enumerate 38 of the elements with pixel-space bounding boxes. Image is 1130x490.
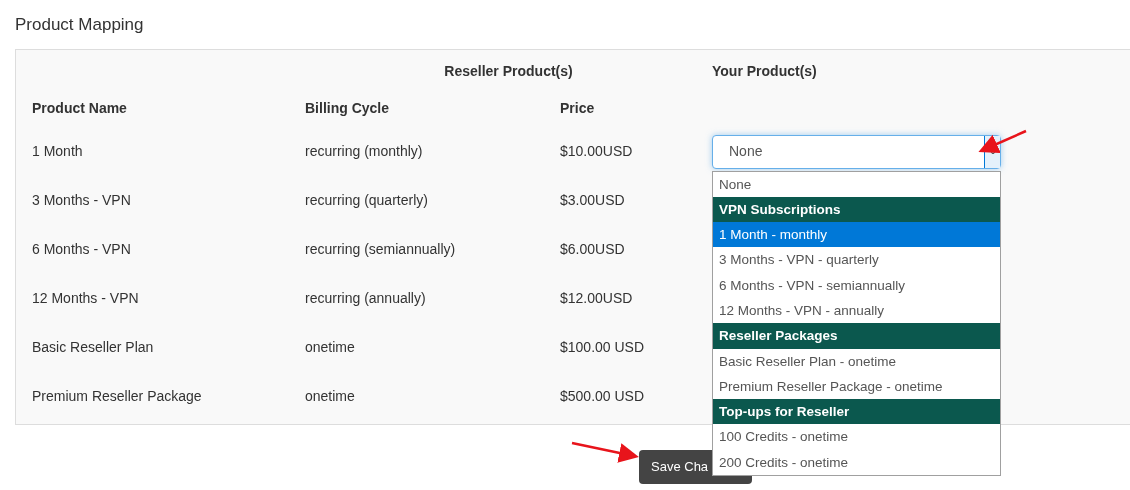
table-cell: Basic Reseller Plan	[32, 339, 154, 355]
dropdown-option[interactable]: Premium Reseller Package - onetime	[713, 373, 1000, 400]
dropdown-option[interactable]: 3 Months - VPN - quarterly	[713, 247, 1000, 273]
table-cell: recurring (quarterly)	[305, 192, 428, 208]
option-group-header: Reseller Packages	[713, 323, 1000, 349]
dropdown-option[interactable]: None	[713, 171, 1000, 197]
table-cell: recurring (semiannually)	[305, 241, 456, 257]
option-group-header: Top-ups for Reseller	[713, 399, 1000, 425]
table-cell: 6 Months - VPN	[32, 241, 131, 257]
dropdown-option[interactable]: 6 Months - VPN - semiannually	[713, 272, 1000, 298]
table-cell: recurring (monthly)	[305, 143, 423, 159]
group-header: Reseller Product(s)	[444, 62, 573, 81]
section-title: Product Mapping	[15, 14, 144, 36]
table-cell: Premium Reseller Package	[32, 388, 202, 404]
table-cell: $10.00USD	[560, 143, 633, 159]
group-header: Your Product(s)	[712, 62, 817, 81]
dropdown-option[interactable]: 100 Credits - onetime	[713, 424, 1000, 450]
annotation-arrow	[978, 129, 1027, 154]
column-header: Price	[560, 99, 595, 116]
table-cell: onetime	[305, 388, 355, 404]
table-cell: onetime	[305, 339, 355, 355]
column-header: Product Name	[32, 99, 127, 116]
table-cell: 12 Months - VPN	[32, 290, 139, 306]
table-cell: $500.00 USD	[560, 388, 645, 404]
annotation-arrow	[571, 441, 639, 463]
table-cell: 3 Months - VPN	[32, 192, 131, 208]
table-cell: recurring (annually)	[305, 290, 426, 306]
dropdown-option[interactable]: 1 Month - monthly	[713, 222, 1000, 248]
column-header: Billing Cycle	[305, 99, 390, 116]
table-cell: $3.00USD	[560, 192, 625, 208]
table-cell: $6.00USD	[560, 241, 625, 257]
product-select[interactable]: None	[712, 134, 1001, 169]
dropdown-option[interactable]: Basic Reseller Plan - onetime	[713, 348, 1000, 374]
option-group-header: VPN Subscriptions	[713, 196, 1000, 223]
table-cell: $12.00USD	[560, 290, 633, 306]
table-cell: $100.00 USD	[560, 339, 645, 355]
dropdown-option[interactable]: 12 Months - VPN - annually	[713, 298, 1000, 324]
table-cell: 1 Month	[32, 143, 83, 159]
